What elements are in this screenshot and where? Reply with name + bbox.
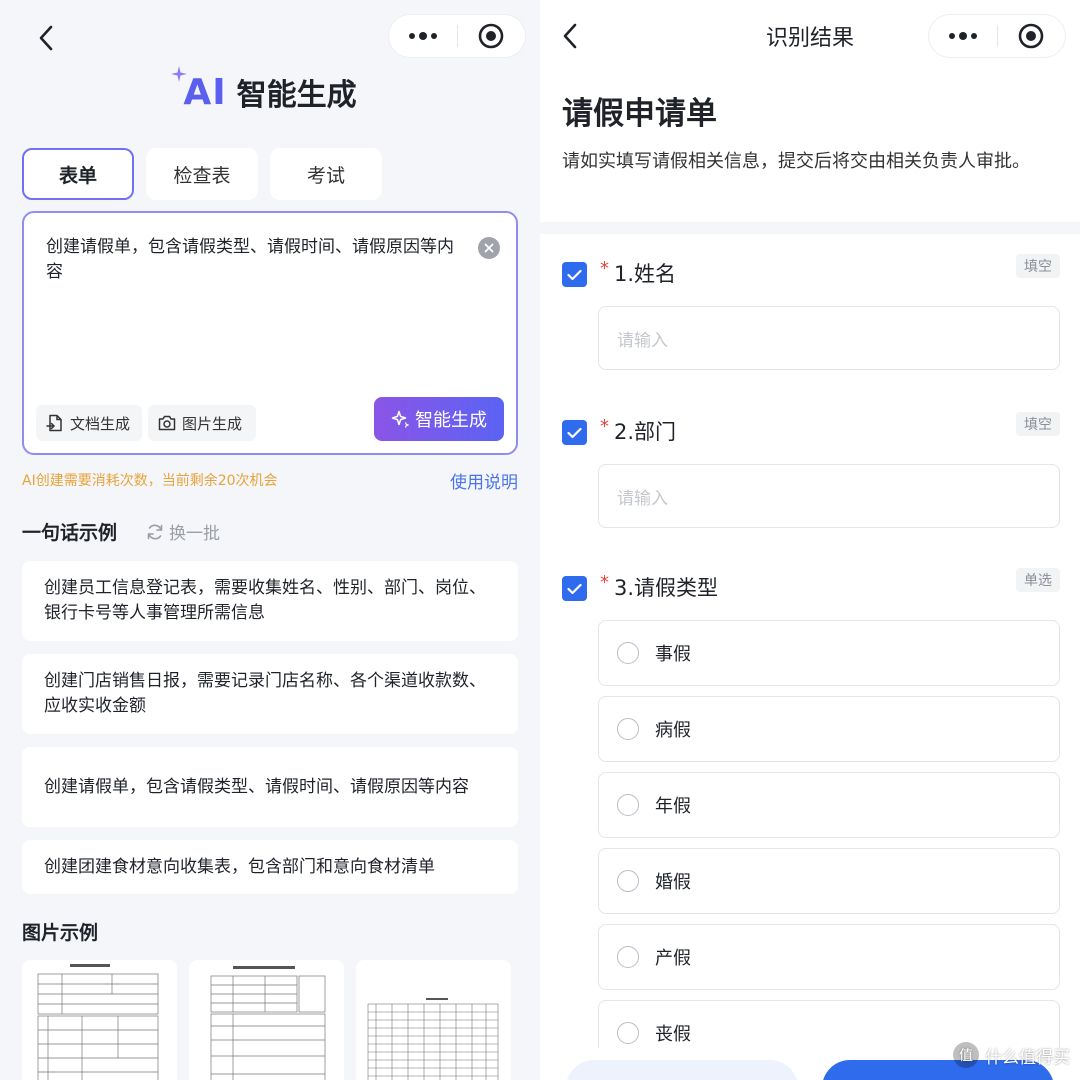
question-type-tag: 填空 (1016, 412, 1060, 436)
option-label: 丧假 (655, 1024, 691, 1045)
question-label: 2.部门 (614, 420, 677, 444)
department-input[interactable]: 请输入 (598, 464, 1060, 528)
camera-icon (158, 415, 176, 431)
chevron-left-icon (39, 25, 53, 51)
check-icon (567, 269, 582, 280)
sparkle-icon (391, 410, 409, 428)
target-circle-icon (1018, 23, 1044, 49)
image-example-thumbnail[interactable] (189, 960, 344, 1080)
refresh-icon (147, 524, 163, 539)
form-description: 请如实填写请假相关信息，提交后将交由相关负责人审批。 (562, 151, 1030, 172)
prompt-input-box: 创建请假单，包含请假类型、请假时间、请假原因等内容 文档生成 图片生成 智能生成 (22, 211, 518, 455)
ai-logo-text: AI (183, 71, 227, 113)
option-item[interactable]: 病假 (598, 696, 1060, 762)
quota-notice: AI创建需要消耗次数，当前剩余20次机会 (22, 473, 278, 489)
usage-guide-link[interactable]: 使用说明 (450, 468, 518, 493)
page-title: 智能生成 (236, 78, 357, 113)
close-icon (484, 243, 494, 253)
sparkle-icon (171, 65, 188, 82)
recognition-result-panel: 识别结果 请假申请单 请如实填写请假相关信息，提交后将交由相关负责人审批。 * … (540, 0, 1080, 1080)
image-example-thumbnail[interactable] (22, 960, 177, 1080)
page-header: AI 智能生成 (0, 65, 540, 114)
name-input[interactable]: 请输入 (598, 306, 1060, 370)
option-item[interactable]: 婚假 (598, 848, 1060, 914)
table-thumbnail-image (367, 998, 499, 1080)
miniprogram-capsule (388, 14, 526, 58)
close-miniprogram-button[interactable] (998, 15, 1066, 57)
question-checkbox[interactable] (562, 576, 587, 601)
watermark-logo: 值 (953, 1042, 979, 1068)
type-tabs: 表单 检查表 考试 (22, 148, 382, 200)
form-header: 识别结果 请假申请单 请如实填写请假相关信息，提交后将交由相关负责人审批。 (540, 0, 1080, 222)
option-label: 产假 (655, 948, 691, 969)
more-menu-button[interactable] (389, 15, 457, 57)
required-marker: * (600, 258, 609, 279)
clear-button[interactable] (478, 237, 500, 259)
radio-icon (617, 1022, 639, 1044)
ai-generate-panel: AI 智能生成 表单 检查表 考试 创建请假单，包含请假类型、请假时间、请假原因… (0, 0, 540, 1080)
option-label: 年假 (655, 796, 691, 817)
option-item[interactable]: 年假 (598, 772, 1060, 838)
form-thumbnail-image (37, 964, 159, 1080)
doc-generate-button[interactable]: 文档生成 (36, 405, 142, 441)
examples-heading: 一句话示例 (22, 522, 118, 544)
radio-icon (617, 718, 639, 740)
radio-icon (617, 794, 639, 816)
option-label: 婚假 (655, 872, 691, 893)
more-dots-icon (408, 32, 437, 40)
radio-icon (617, 870, 639, 892)
radio-icon (617, 642, 639, 664)
question-checkbox[interactable] (562, 262, 587, 287)
tab-exam[interactable]: 考试 (270, 148, 382, 200)
smart-generate-label: 智能生成 (415, 410, 487, 431)
prompt-textarea[interactable]: 创建请假单，包含请假类型、请假时间、请假原因等内容 (46, 235, 466, 285)
miniprogram-capsule (928, 14, 1066, 58)
chevron-left-icon (563, 23, 577, 49)
target-circle-icon (478, 23, 504, 49)
example-item[interactable]: 创建员工信息登记表，需要收集姓名、性别、部门、岗位、银行卡号等人事管理所需信息 (22, 561, 518, 641)
watermark: 值 什么值得买 (953, 1042, 1070, 1068)
refresh-label: 换一批 (169, 524, 220, 544)
doc-generate-label: 文档生成 (70, 414, 131, 433)
image-examples-heading: 图片示例 (22, 922, 99, 944)
back-button[interactable] (24, 16, 68, 60)
close-miniprogram-button[interactable] (458, 15, 526, 57)
document-icon (46, 414, 62, 432)
option-label: 事假 (655, 644, 691, 665)
secondary-action-button[interactable] (566, 1060, 798, 1080)
question-type-tag: 填空 (1016, 254, 1060, 278)
required-marker: * (600, 572, 609, 593)
more-menu-button[interactable] (929, 15, 997, 57)
check-icon (567, 583, 582, 594)
question-label: 1.姓名 (614, 262, 677, 286)
option-item[interactable]: 事假 (598, 620, 1060, 686)
image-generate-label: 图片生成 (182, 414, 243, 433)
tab-checklist[interactable]: 检查表 (146, 148, 258, 200)
question-checkbox[interactable] (562, 420, 587, 445)
watermark-text: 什么值得买 (985, 1047, 1070, 1068)
image-generate-button[interactable]: 图片生成 (148, 405, 256, 441)
example-item[interactable]: 创建请假单，包含请假类型、请假时间、请假原因等内容 (22, 747, 518, 827)
form-thumbnail-image (210, 966, 326, 1080)
form-title: 请假申请单 (562, 96, 717, 132)
example-item[interactable]: 创建团建食材意向收集表，包含部门和意向食材清单 (22, 840, 518, 894)
more-dots-icon (948, 32, 977, 40)
option-item[interactable]: 产假 (598, 924, 1060, 990)
check-icon (567, 427, 582, 438)
ai-logo: AI (171, 65, 227, 113)
back-button[interactable] (548, 14, 592, 58)
smart-generate-button[interactable]: 智能生成 (374, 397, 504, 441)
required-marker: * (600, 416, 609, 437)
question-type-tag: 单选 (1016, 568, 1060, 592)
option-label: 病假 (655, 720, 691, 741)
form-questions: * 1.姓名 填空 请输入 * 2.部门 填空 请输入 * 3.请假类型 单选 … (540, 234, 1080, 1080)
tab-form[interactable]: 表单 (22, 148, 134, 200)
image-example-thumbnail[interactable] (356, 960, 511, 1080)
example-item[interactable]: 创建门店销售日报，需要记录门店名称、各个渠道收款数、应收实收金额 (22, 654, 518, 734)
refresh-examples-button[interactable]: 换一批 (146, 519, 220, 544)
radio-icon (617, 946, 639, 968)
question-label: 3.请假类型 (614, 576, 719, 600)
